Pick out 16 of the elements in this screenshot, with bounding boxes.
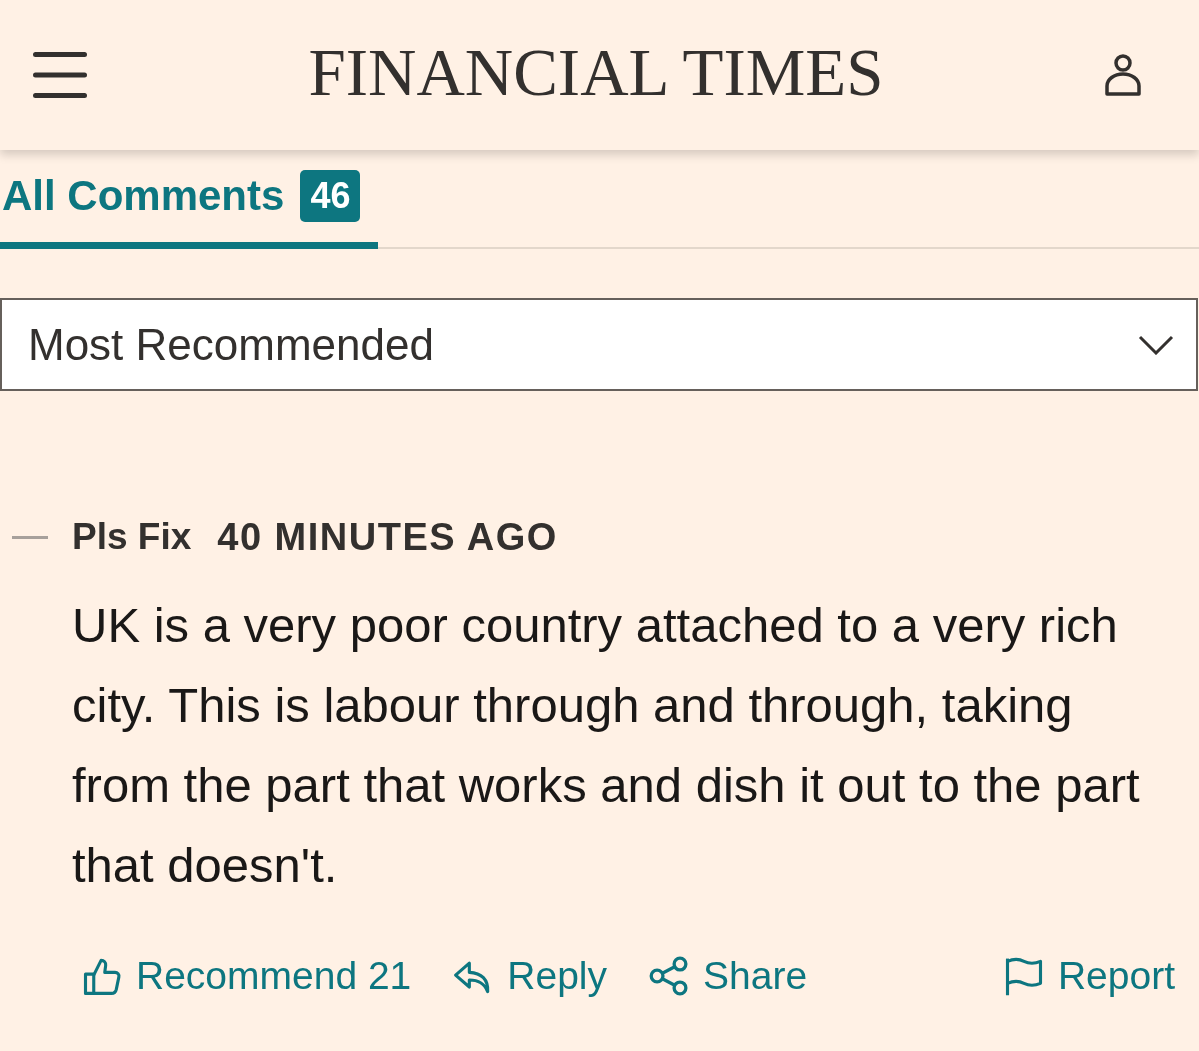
chevron-down-icon[interactable] [1138,334,1174,355]
menu-icon[interactable] [33,52,87,98]
comment-text: UK is a very poor country attached to a very rich city. This is labour through and through, taking from the part that works and dish it out to the part that doesn't. [72,597,1141,894]
report-button[interactable]: Report [1001,953,1175,999]
comments-tab[interactable]: All Comments 46 [0,170,379,249]
timestamp: 40 MINUTES AGO [217,514,558,560]
reply-button[interactable]: Reply [451,953,608,999]
sort-dropdown[interactable]: Most Recommended [0,298,1198,391]
share-button[interactable]: Share [647,953,808,999]
author-name: Pls Fix [72,515,192,560]
recommend-button[interactable]: Recommend 21 [80,953,412,999]
dash-icon [12,535,48,539]
count-badge: 46 [300,170,361,222]
user-icon[interactable] [1105,54,1141,96]
sort-value: Most Recommended [28,318,434,371]
site-logo[interactable]: FINANCIAL TIMES [308,38,884,106]
